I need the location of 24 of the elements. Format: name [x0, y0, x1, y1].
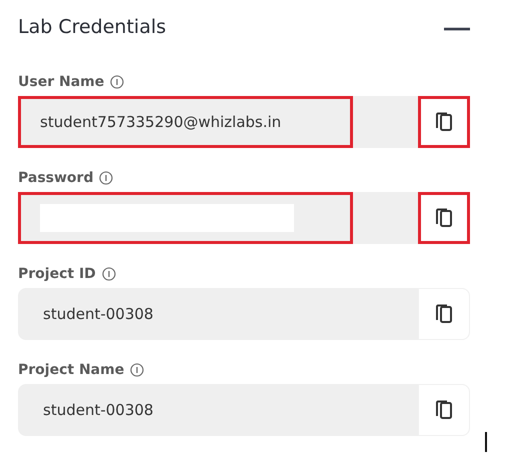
collapse-button[interactable]: —: [444, 14, 470, 40]
value-field[interactable]: student-00308: [18, 288, 418, 340]
info-icon[interactable]: [130, 363, 144, 377]
copy-icon: [435, 112, 453, 132]
value-field[interactable]: [18, 192, 418, 244]
info-icon[interactable]: [99, 171, 114, 185]
text-cursor-icon: [485, 432, 488, 452]
copy-icon: [435, 208, 453, 228]
field-label: Project Name: [18, 362, 124, 378]
field-value: student-00308: [43, 305, 154, 323]
field-label: Password: [18, 170, 94, 186]
copy-button[interactable]: [418, 96, 470, 148]
field-label: User Name: [18, 74, 104, 90]
field-value: student-00308: [43, 401, 154, 419]
value-field[interactable]: student-00308: [18, 384, 418, 436]
panel-title: Lab Credentials: [18, 16, 166, 38]
field-label: Project ID: [18, 266, 96, 282]
value-field[interactable]: student757335290@whizlabs.in: [18, 96, 418, 148]
field-value: student757335290@whizlabs.in: [40, 113, 282, 131]
info-icon[interactable]: [102, 267, 116, 281]
copy-button[interactable]: [418, 192, 470, 244]
info-icon[interactable]: [110, 75, 124, 89]
copy-icon: [435, 304, 453, 324]
copy-icon: [435, 400, 453, 420]
